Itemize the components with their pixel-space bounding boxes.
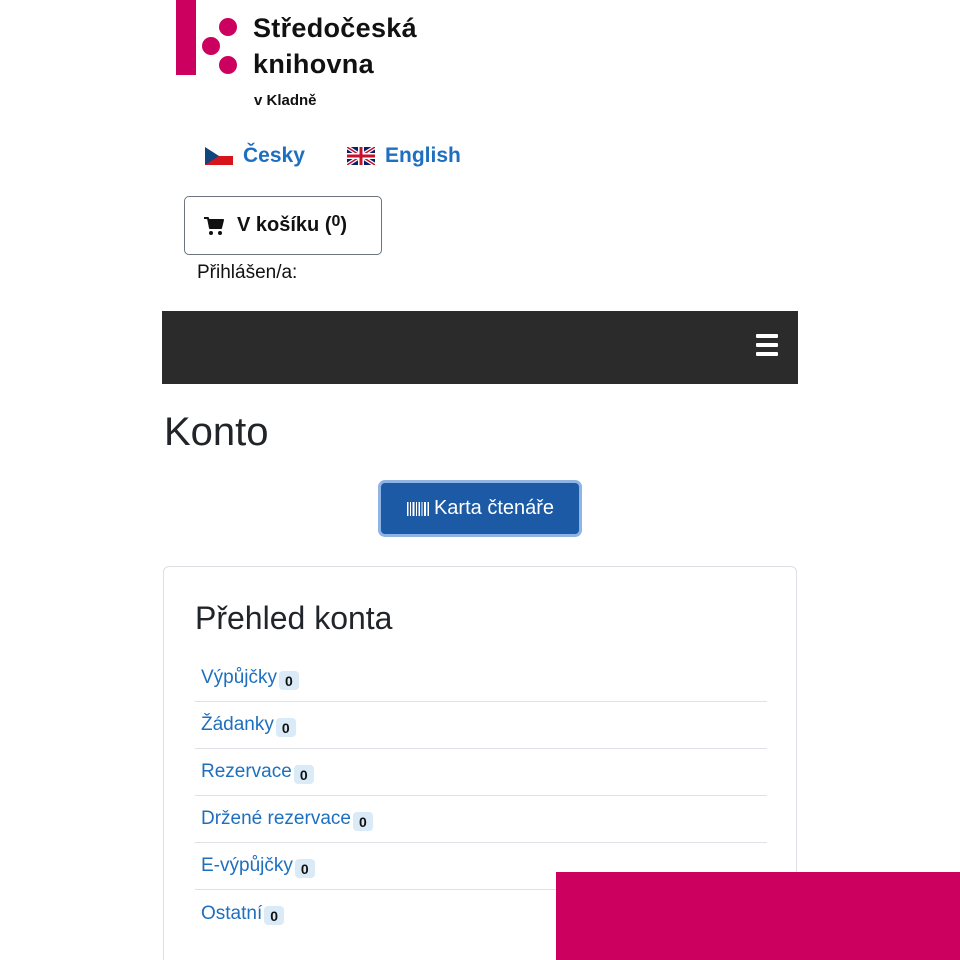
count-badge: 0: [293, 764, 314, 784]
cart-button[interactable]: V košíku (0): [184, 196, 382, 255]
czech-flag-icon: [205, 147, 233, 165]
logo-bar: [176, 0, 196, 75]
reader-card-button[interactable]: Karta čtenáře: [378, 480, 582, 537]
cart-label: V košíku (: [237, 214, 332, 236]
cart-icon: [204, 216, 224, 235]
requests-link[interactable]: Žádanky: [201, 714, 274, 736]
uk-flag-icon: [347, 147, 375, 165]
library-logo[interactable]: Středočeská knihovna v Kladně: [176, 0, 476, 112]
count-badge: 0: [279, 670, 299, 690]
logo-subtitle: v Kladně: [254, 92, 317, 109]
count-badge: 0: [264, 906, 285, 925]
list-item: Rezervace 0: [195, 749, 767, 796]
barcode-icon: [406, 501, 429, 516]
other-link[interactable]: Ostatní: [201, 903, 262, 925]
count-badge: 0: [294, 858, 315, 878]
cart-count: 0: [331, 212, 341, 230]
language-label: Česky: [243, 144, 305, 167]
loans-link[interactable]: Výpůjčky: [201, 667, 277, 689]
main-navbar: [162, 311, 798, 384]
cart-label-close: ): [340, 214, 348, 236]
hamburger-menu-icon[interactable]: [756, 334, 778, 356]
reservations-link[interactable]: Rezervace: [201, 761, 292, 783]
logo-dot: [219, 18, 237, 36]
logo-dot: [202, 37, 220, 55]
list-item: Výpůjčky 0: [195, 655, 767, 702]
list-item: Držené rezervace 0: [195, 796, 767, 843]
panel-title: Přehled konta: [195, 600, 393, 636]
language-link-english[interactable]: English: [347, 144, 461, 168]
language-label: English: [385, 144, 461, 167]
reader-card-label: Karta čtenáře: [433, 497, 555, 519]
count-badge: 0: [352, 811, 373, 831]
e-loans-link[interactable]: E-výpůjčky: [201, 855, 293, 877]
count-badge: 0: [275, 717, 296, 737]
logged-in-label: Přihlášen/a:: [197, 262, 298, 283]
logo-dot: [219, 56, 237, 74]
list-item: Žádanky 0: [195, 702, 767, 749]
logo-text-line1: Středočeská: [253, 13, 417, 43]
language-link-czech[interactable]: Česky: [205, 144, 305, 168]
logo-text-line2: knihovna: [253, 49, 374, 79]
decorative-magenta-block: [556, 872, 960, 960]
held-reservations-link[interactable]: Držené rezervace: [201, 808, 351, 830]
page-title: Konto: [164, 410, 269, 454]
